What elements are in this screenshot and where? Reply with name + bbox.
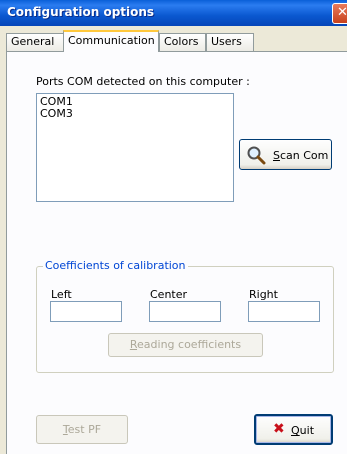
close-icon: ✕	[337, 5, 347, 20]
red-x-icon: ✖	[273, 421, 285, 437]
reading-button-label: eading coefficients	[137, 338, 242, 351]
tab-communication[interactable]: Communication	[63, 30, 159, 52]
tab-strip: General Communication Colors Users	[6, 30, 347, 52]
left-label: Left	[51, 288, 72, 301]
list-item[interactable]: COM3	[40, 108, 230, 120]
reading-coefficients-button[interactable]: Reading coefficients	[108, 333, 263, 357]
tab-colors[interactable]: Colors	[159, 33, 206, 51]
right-coefficient-field[interactable]	[248, 301, 320, 322]
tab-general[interactable]: General	[6, 33, 64, 51]
ports-label: Ports COM detected on this computer :	[36, 75, 250, 88]
calibration-group-title: Coefficients of calibration	[43, 259, 188, 272]
configuration-dialog: Configuration options ✕ General Communic…	[0, 0, 347, 454]
scan-button-accel: S	[273, 149, 280, 162]
right-label: Right	[249, 288, 278, 301]
test-pf-button[interactable]: Test PF	[36, 415, 128, 444]
scan-button-label: can Com	[279, 149, 329, 162]
center-coefficient-field[interactable]	[149, 301, 221, 322]
reading-button-accel: R	[129, 338, 138, 351]
close-button[interactable]: ✕	[332, 3, 347, 24]
window-title: Configuration options	[7, 5, 155, 19]
quit-button-label: uit	[299, 424, 315, 437]
quit-button-accel: Q	[291, 424, 300, 437]
title-bar[interactable]: Configuration options ✕	[0, 0, 347, 26]
magnifier-icon	[247, 146, 266, 165]
center-label: Center	[150, 288, 188, 301]
scan-com-button[interactable]: Scan Com	[239, 139, 332, 170]
test-button-label: est PF	[67, 423, 102, 436]
left-coefficient-field[interactable]	[50, 301, 122, 322]
com-ports-listbox[interactable]: COM1 COM3	[36, 93, 234, 202]
quit-button[interactable]: ✖ Quit	[254, 414, 333, 445]
tab-users[interactable]: Users	[206, 33, 254, 51]
